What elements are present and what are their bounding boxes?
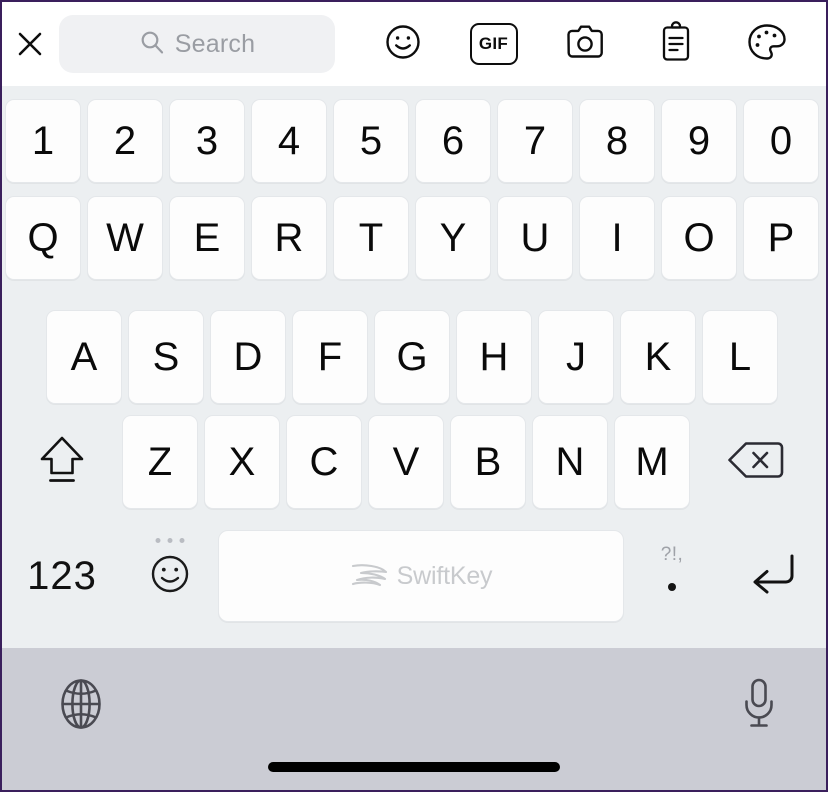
key-p[interactable]: P <box>743 196 819 280</box>
camera-button[interactable] <box>554 13 616 75</box>
search-icon <box>139 29 165 60</box>
shift-key[interactable] <box>2 415 122 509</box>
key-w[interactable]: W <box>87 196 163 280</box>
emoji-more-dots-icon <box>156 538 185 543</box>
keyboard-row-home: A S D F G H J K L <box>2 310 826 404</box>
enter-key[interactable] <box>720 526 826 626</box>
key-q[interactable]: Q <box>5 196 81 280</box>
microphone-icon <box>739 675 779 738</box>
key-5[interactable]: 5 <box>333 99 409 183</box>
key-c[interactable]: C <box>286 415 362 509</box>
key-z[interactable]: Z <box>122 415 198 509</box>
period-dot-icon <box>668 583 676 591</box>
keyboard-area: 1 2 3 4 5 6 7 8 9 0 Q W E R T Y U I O P … <box>2 86 826 648</box>
keyboard-row-modifiers: 123 <box>2 526 826 626</box>
key-u[interactable]: U <box>497 196 573 280</box>
close-icon <box>15 29 45 59</box>
punctuation-key[interactable]: ?!, <box>624 526 720 626</box>
system-bottom-bar <box>2 648 826 790</box>
key-t[interactable]: T <box>333 196 409 280</box>
key-2[interactable]: 2 <box>87 99 163 183</box>
key-3[interactable]: 3 <box>169 99 245 183</box>
search-placeholder: Search <box>175 30 255 59</box>
key-e[interactable]: E <box>169 196 245 280</box>
key-g[interactable]: G <box>374 310 450 404</box>
clipboard-button[interactable] <box>645 13 707 75</box>
search-input[interactable]: Search <box>59 15 335 73</box>
emoji-smiley-icon <box>147 551 193 602</box>
language-switch-button[interactable] <box>49 674 113 738</box>
gif-icon: GIF <box>470 23 518 65</box>
keyboard-row-bottom: Z X C V B N M <box>2 415 826 509</box>
key-1[interactable]: 1 <box>5 99 81 183</box>
key-o[interactable]: O <box>661 196 737 280</box>
keyboard-toolbar: Search GIF <box>2 2 826 86</box>
key-y[interactable]: Y <box>415 196 491 280</box>
emoji-key[interactable] <box>122 526 218 626</box>
sticker-smiley-icon <box>383 22 423 67</box>
toolbar-icon-group: GIF <box>335 2 826 86</box>
enter-return-icon <box>745 549 801 604</box>
backspace-icon <box>725 437 787 488</box>
key-4[interactable]: 4 <box>251 99 327 183</box>
swiftkey-logo-icon <box>350 560 390 593</box>
key-i[interactable]: I <box>579 196 655 280</box>
clipboard-icon <box>659 21 693 68</box>
space-key[interactable]: SwiftKey <box>218 530 624 622</box>
globe-icon <box>52 675 110 738</box>
key-b[interactable]: B <box>450 415 526 509</box>
key-v[interactable]: V <box>368 415 444 509</box>
key-0[interactable]: 0 <box>743 99 819 183</box>
key-6[interactable]: 6 <box>415 99 491 183</box>
numeric-mode-key[interactable]: 123 <box>2 526 122 626</box>
key-s[interactable]: S <box>128 310 204 404</box>
key-a[interactable]: A <box>46 310 122 404</box>
sticker-smiley-button[interactable] <box>372 13 434 75</box>
swiftkey-brand-label: SwiftKey <box>397 562 493 591</box>
key-r[interactable]: R <box>251 196 327 280</box>
key-x[interactable]: X <box>204 415 280 509</box>
key-j[interactable]: J <box>538 310 614 404</box>
key-l[interactable]: L <box>702 310 778 404</box>
close-button[interactable] <box>2 2 58 86</box>
home-indicator[interactable] <box>268 762 560 772</box>
palette-button[interactable] <box>736 13 798 75</box>
shift-icon <box>37 432 87 493</box>
keyboard-screen: Search GIF <box>0 0 828 792</box>
camera-icon <box>564 23 606 66</box>
backspace-key[interactable] <box>696 415 816 509</box>
key-d[interactable]: D <box>210 310 286 404</box>
palette-icon <box>746 22 788 67</box>
key-7[interactable]: 7 <box>497 99 573 183</box>
key-k[interactable]: K <box>620 310 696 404</box>
key-8[interactable]: 8 <box>579 99 655 183</box>
keyboard-row-numbers: 1 2 3 4 5 6 7 8 9 0 <box>2 99 826 183</box>
key-9[interactable]: 9 <box>661 99 737 183</box>
gif-button[interactable]: GIF <box>463 13 525 75</box>
key-m[interactable]: M <box>614 415 690 509</box>
voice-input-button[interactable] <box>727 674 791 738</box>
keyboard-row-top: Q W E R T Y U I O P <box>2 196 826 280</box>
punctuation-secondary-label: ?!, <box>661 544 684 566</box>
key-f[interactable]: F <box>292 310 368 404</box>
key-n[interactable]: N <box>532 415 608 509</box>
key-h[interactable]: H <box>456 310 532 404</box>
